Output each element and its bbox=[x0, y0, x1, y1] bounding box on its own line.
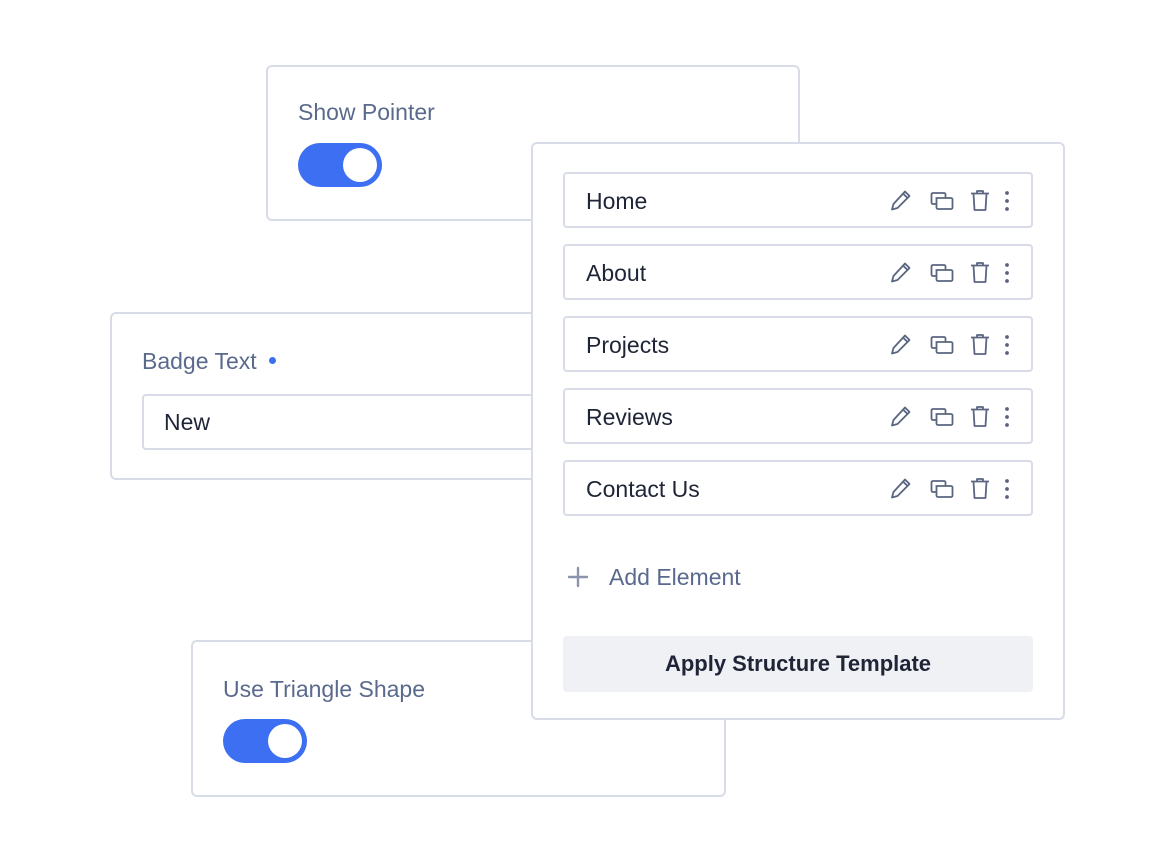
pencil-icon[interactable] bbox=[889, 404, 913, 430]
toggle-knob bbox=[268, 724, 302, 758]
more-vertical-icon[interactable] bbox=[1002, 332, 1012, 358]
structure-item-actions bbox=[889, 404, 1019, 430]
badge-text-card: Badge Text bbox=[110, 312, 580, 480]
badge-text-input[interactable] bbox=[142, 394, 562, 450]
apply-structure-template-button[interactable]: Apply Structure Template bbox=[563, 636, 1033, 692]
more-vertical-icon[interactable] bbox=[1002, 260, 1012, 286]
structure-item-label: About bbox=[586, 260, 647, 286]
pencil-icon[interactable] bbox=[889, 476, 913, 502]
trash-icon[interactable] bbox=[969, 188, 991, 214]
pencil-icon[interactable] bbox=[889, 332, 913, 358]
badge-text-label-row: Badge Text bbox=[142, 348, 276, 375]
structure-item-label: Home bbox=[586, 188, 648, 214]
structure-item-reviews[interactable]: Reviews bbox=[563, 388, 1033, 444]
copy-icon[interactable] bbox=[929, 404, 955, 430]
copy-icon[interactable] bbox=[929, 332, 955, 358]
structure-item-about[interactable]: About bbox=[563, 244, 1033, 300]
copy-icon[interactable] bbox=[929, 188, 955, 214]
structure-item-label: Projects bbox=[586, 332, 670, 358]
add-element-label: Add Element bbox=[609, 564, 741, 590]
structure-item-actions bbox=[889, 188, 1019, 214]
show-pointer-label: Show Pointer bbox=[298, 99, 435, 125]
more-vertical-icon[interactable] bbox=[1002, 476, 1012, 502]
copy-icon[interactable] bbox=[929, 476, 955, 502]
structure-item-actions bbox=[889, 332, 1019, 358]
structure-item-actions bbox=[889, 260, 1019, 286]
trash-icon[interactable] bbox=[969, 260, 991, 286]
structure-item-label: Reviews bbox=[586, 404, 673, 430]
trash-icon[interactable] bbox=[969, 404, 991, 430]
required-indicator-icon bbox=[268, 357, 276, 365]
badge-text-label: Badge Text bbox=[142, 348, 257, 374]
structure-item-contact-us[interactable]: Contact Us bbox=[563, 460, 1033, 516]
structure-item-label: Contact Us bbox=[586, 476, 700, 502]
structure-item-projects[interactable]: Projects bbox=[563, 316, 1033, 372]
trash-icon[interactable] bbox=[969, 332, 991, 358]
more-vertical-icon[interactable] bbox=[1002, 404, 1012, 430]
pencil-icon[interactable] bbox=[889, 188, 913, 214]
structure-panel: Home About Projects Reviews Contact Us A… bbox=[531, 142, 1065, 720]
plus-icon bbox=[567, 566, 589, 588]
structure-item-home[interactable]: Home bbox=[563, 172, 1033, 228]
pencil-icon[interactable] bbox=[889, 260, 913, 286]
toggle-knob bbox=[343, 148, 377, 182]
structure-item-actions bbox=[889, 476, 1019, 502]
triangle-shape-label: Use Triangle Shape bbox=[223, 676, 426, 702]
triangle-shape-toggle[interactable] bbox=[223, 719, 307, 763]
show-pointer-toggle[interactable] bbox=[298, 143, 382, 187]
copy-icon[interactable] bbox=[929, 260, 955, 286]
more-vertical-icon[interactable] bbox=[1002, 188, 1012, 214]
trash-icon[interactable] bbox=[969, 476, 991, 502]
